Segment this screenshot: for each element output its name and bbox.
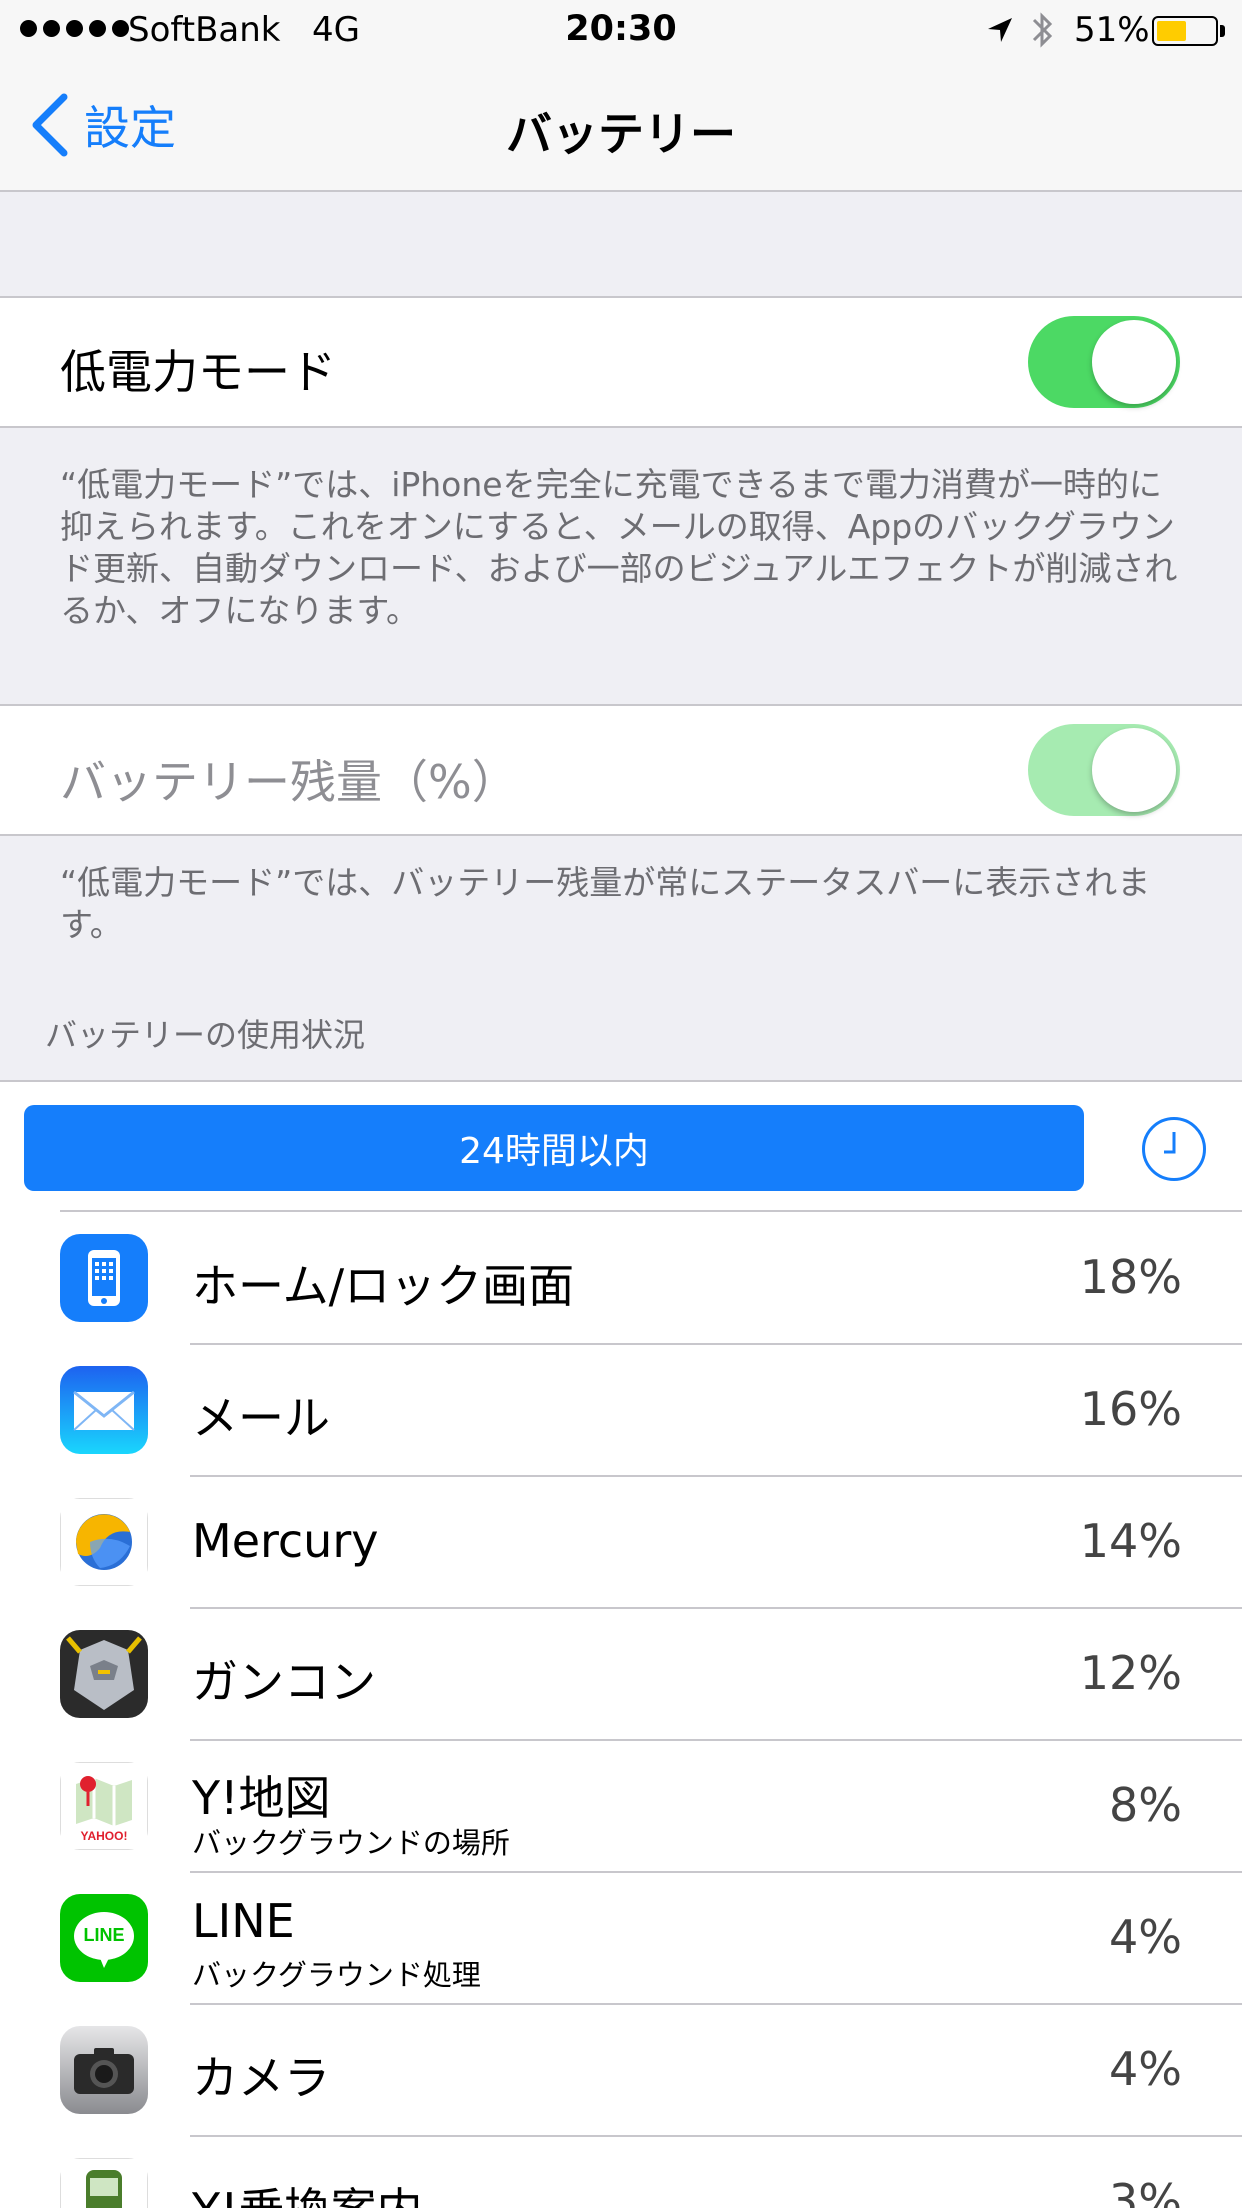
- app-usage-row[interactable]: [0, 1740, 1242, 1872]
- gundam-icon: [60, 1630, 148, 1718]
- app-name: ガンコン: [192, 1655, 376, 1709]
- app-usage-row[interactable]: [0, 2004, 1242, 2136]
- battery-icon: [1152, 16, 1218, 46]
- app-name: LINE: [192, 1894, 295, 1948]
- app-usage-row[interactable]: [0, 1608, 1242, 1740]
- app-subtitle: バックグラウンドの場所: [192, 1826, 510, 1860]
- app-name: Mercury: [192, 1514, 379, 1568]
- svg-text:YAHOO!: YAHOO!: [81, 1829, 128, 1843]
- app-usage-percent: 3%: [1109, 2174, 1182, 2208]
- app-usage-percent: 8%: [1109, 1778, 1182, 1832]
- line-icon-text: LINE: [83, 1925, 125, 1945]
- yahoo-transit-icon: [60, 2158, 148, 2208]
- app-usage-percent: 14%: [1079, 1514, 1182, 1568]
- low-power-mode-label: 低電力モード: [60, 345, 336, 399]
- app-usage-row[interactable]: [0, 1476, 1242, 1608]
- app-name: ホーム/ロック画面: [192, 1259, 575, 1313]
- app-usage-row[interactable]: [0, 1872, 1242, 2004]
- toggle-knob: [1092, 320, 1176, 404]
- app-usage-row[interactable]: [0, 2136, 1242, 2208]
- camera-icon: [60, 2026, 148, 2114]
- battery-usage-header: バッテリーの使用状況: [45, 1016, 366, 1054]
- battery-tip: [1220, 25, 1225, 37]
- low-power-mode-footer: “低電力モード”では、iPhoneを完全に充電できるまで電力消費が一時的に抑えら…: [60, 465, 1178, 630]
- app-usage-percent: 16%: [1079, 1382, 1182, 1436]
- app-subtitle: バックグラウンド処理: [192, 1958, 481, 1992]
- app-name: Y!地図: [192, 1771, 331, 1825]
- navigation-bar: 設定 バッテリー: [0, 60, 1242, 192]
- bluetooth-icon: [1032, 12, 1053, 48]
- mail-icon: [60, 1366, 148, 1454]
- low-power-mode-cell: 低電力モード: [0, 296, 1242, 428]
- segment-24-hours[interactable]: 24時間以内: [24, 1105, 1084, 1191]
- page-title: バッテリー: [506, 107, 736, 161]
- battery-percent: 51%: [1074, 10, 1150, 50]
- app-usage-percent: 4%: [1109, 2042, 1182, 2096]
- battery-percentage-footer: “低電力モード”では、バッテリー残量が常にステータスバーに表示されます。: [60, 863, 1151, 944]
- app-usage-percent: 4%: [1109, 1910, 1182, 1964]
- app-name: メール: [192, 1391, 330, 1445]
- app-name: カメラ: [192, 2051, 330, 2105]
- location-arrow-icon: [988, 18, 1012, 42]
- app-name: Y!乗換案内: [192, 2174, 423, 2208]
- home-lock-icon: [60, 1234, 148, 1322]
- battery-percentage-cell: バッテリー残量（%）: [0, 704, 1242, 836]
- toggle-knob: [1092, 728, 1176, 812]
- clock-icon[interactable]: [1142, 1117, 1206, 1181]
- status-bar: SoftBank 4G 20:30 51%: [0, 0, 1242, 60]
- app-usage-percent: 18%: [1079, 1250, 1182, 1304]
- low-power-mode-toggle[interactable]: [1028, 316, 1180, 408]
- app-usage-row[interactable]: [0, 1344, 1242, 1476]
- mercury-icon: [60, 1498, 148, 1586]
- app-usage-percent: 12%: [1079, 1646, 1182, 1700]
- line-icon: LINE: [60, 1894, 148, 1982]
- battery-percentage-label: バッテリー残量（%）: [60, 755, 518, 809]
- battery-percentage-toggle[interactable]: [1028, 724, 1180, 816]
- yahoo-map-icon: YAHOO!: [60, 1762, 148, 1850]
- app-usage-row[interactable]: [0, 1212, 1242, 1344]
